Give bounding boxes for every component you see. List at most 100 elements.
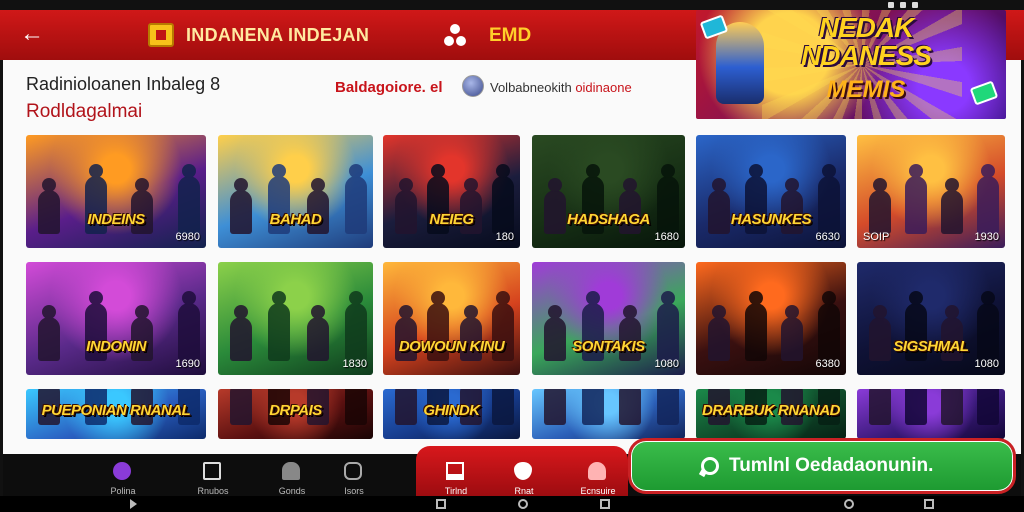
battery-icon xyxy=(912,2,918,8)
nav-item[interactable]: Gonds xyxy=(262,458,322,500)
game-title: INDONIN xyxy=(86,338,146,355)
cta-label: Tumlnl Oedadaonunin. xyxy=(729,455,934,476)
shield-icon xyxy=(514,462,532,480)
game-tag: SOIP xyxy=(863,231,890,243)
game-card[interactable]: DRPAIS xyxy=(218,389,373,439)
game-count: 1830 xyxy=(342,358,367,370)
signal-icon xyxy=(888,2,894,8)
system-recent-icon[interactable] xyxy=(436,499,446,509)
channel-suffix: oidinaone xyxy=(575,80,632,95)
game-card[interactable] xyxy=(857,389,1005,439)
chat-icon xyxy=(344,462,362,480)
game-count: 180 xyxy=(495,231,514,243)
game-character xyxy=(657,389,679,425)
game-character xyxy=(744,291,767,361)
game-card[interactable]: HASUNKES 6630 xyxy=(696,135,846,248)
channel-avatar[interactable] xyxy=(462,75,484,97)
nav-item[interactable]: Polina xyxy=(93,458,153,500)
status-bar xyxy=(0,0,1024,10)
bookmark-icon xyxy=(446,462,464,480)
game-title: SIGSHMAL xyxy=(893,338,969,355)
system-home-icon[interactable] xyxy=(518,499,528,509)
game-title: INDEINS xyxy=(87,211,145,228)
game-count: 1930 xyxy=(974,231,999,243)
game-count: 6380 xyxy=(815,358,840,370)
game-count: 6630 xyxy=(815,231,840,243)
game-card[interactable]: DRARBUK RNANADE xyxy=(696,389,846,439)
game-character xyxy=(905,389,927,425)
game-card[interactable]: 1830 xyxy=(218,262,373,375)
promo-banner[interactable]: NEDAK NDANESS MEMIS xyxy=(696,10,1006,119)
game-card[interactable]: 1930 SOIP xyxy=(857,135,1005,248)
nav-item-label: Isors xyxy=(344,486,364,496)
game-card[interactable]: GHINDK xyxy=(383,389,520,439)
system-home-icon[interactable] xyxy=(844,499,854,509)
cta-button[interactable]: Tumlnl Oedadaonunin. xyxy=(628,438,1016,494)
game-character xyxy=(708,305,730,361)
game-card[interactable]: HADSHAGA 1680 xyxy=(532,135,685,248)
nav-item[interactable]: Isors xyxy=(324,458,384,500)
game-count: 6980 xyxy=(175,231,200,243)
channel-name: Volbabneokith xyxy=(490,80,572,95)
game-card[interactable]: 6380 xyxy=(696,262,846,375)
game-character xyxy=(941,178,963,234)
game-card[interactable]: INDONIN 1690 xyxy=(26,262,206,375)
nav-item-label: Ecnsuire xyxy=(580,486,616,496)
game-character xyxy=(905,164,927,234)
promo-text[interactable]: Baldagoiore. el xyxy=(335,79,443,96)
circle-icon xyxy=(113,462,131,480)
game-title: DRPAIS xyxy=(269,402,322,419)
game-card[interactable]: PUEPONIAN RNANAL xyxy=(26,389,206,439)
nav-item-label: Rnat xyxy=(514,486,534,496)
game-count: 1690 xyxy=(175,358,200,370)
game-character xyxy=(977,389,999,425)
game-card[interactable]: INDEINS 6980 xyxy=(26,135,206,248)
brand-logo xyxy=(148,23,174,47)
game-title: GHINDK xyxy=(423,402,480,419)
game-card[interactable] xyxy=(532,389,685,439)
game-character xyxy=(230,305,252,361)
game-character xyxy=(818,291,840,361)
nav-item[interactable]: Tirlnd xyxy=(426,458,486,500)
game-card[interactable]: DOWOUN KINU xyxy=(383,262,520,375)
chat-bubble-icon xyxy=(701,457,719,475)
system-recent-icon[interactable] xyxy=(600,499,610,509)
game-count: 1080 xyxy=(654,358,679,370)
game-character xyxy=(345,291,367,361)
system-back-icon[interactable] xyxy=(130,499,137,509)
people-icon xyxy=(282,462,300,480)
game-character xyxy=(781,305,804,361)
nav-item[interactable]: Ecnsuire xyxy=(568,458,628,500)
game-title: NEIEG xyxy=(429,211,474,228)
game-character xyxy=(977,164,999,234)
game-title: SONTAKIS xyxy=(572,338,645,355)
gem-icon xyxy=(969,80,999,106)
banner-character xyxy=(716,22,764,104)
game-character xyxy=(619,389,642,425)
game-character xyxy=(869,178,891,234)
banner-subline: MEMIS xyxy=(826,76,906,103)
nav-item-label: Rnubos xyxy=(197,486,229,496)
nav-item-label: Gonds xyxy=(278,486,306,496)
home-icon xyxy=(203,462,221,480)
system-nav xyxy=(0,496,1024,512)
app-bar-label[interactable]: EMD xyxy=(489,25,531,47)
nav-item[interactable]: Rnubos xyxy=(183,458,243,500)
page-title: Radinioloanen Inbaleg 8 xyxy=(26,74,221,94)
banner-headline: NEDAK NDANESS xyxy=(801,12,932,71)
wifi-icon xyxy=(900,2,906,8)
game-card[interactable]: BAHAD xyxy=(218,135,373,248)
game-title: PUEPONIAN RNANAL xyxy=(41,402,191,419)
game-title: DRARBUK RNANADE xyxy=(702,402,840,419)
nav-item[interactable]: Rnat xyxy=(494,458,554,500)
game-title: DOWOUN KINU xyxy=(398,338,505,355)
game-card[interactable]: NEIEG 180 xyxy=(383,135,520,248)
game-character xyxy=(869,389,891,425)
game-card[interactable]: SONTAKIS 1080 xyxy=(532,262,685,375)
back-arrow-icon[interactable]: ← xyxy=(20,22,44,46)
channel-label[interactable]: Volbabneokith oidinaone xyxy=(490,80,632,95)
game-count: 1680 xyxy=(654,231,679,243)
system-overview-icon[interactable] xyxy=(924,499,934,509)
game-card[interactable]: SIGSHMAL 1080 xyxy=(857,262,1005,375)
molecule-icon[interactable] xyxy=(444,24,468,48)
